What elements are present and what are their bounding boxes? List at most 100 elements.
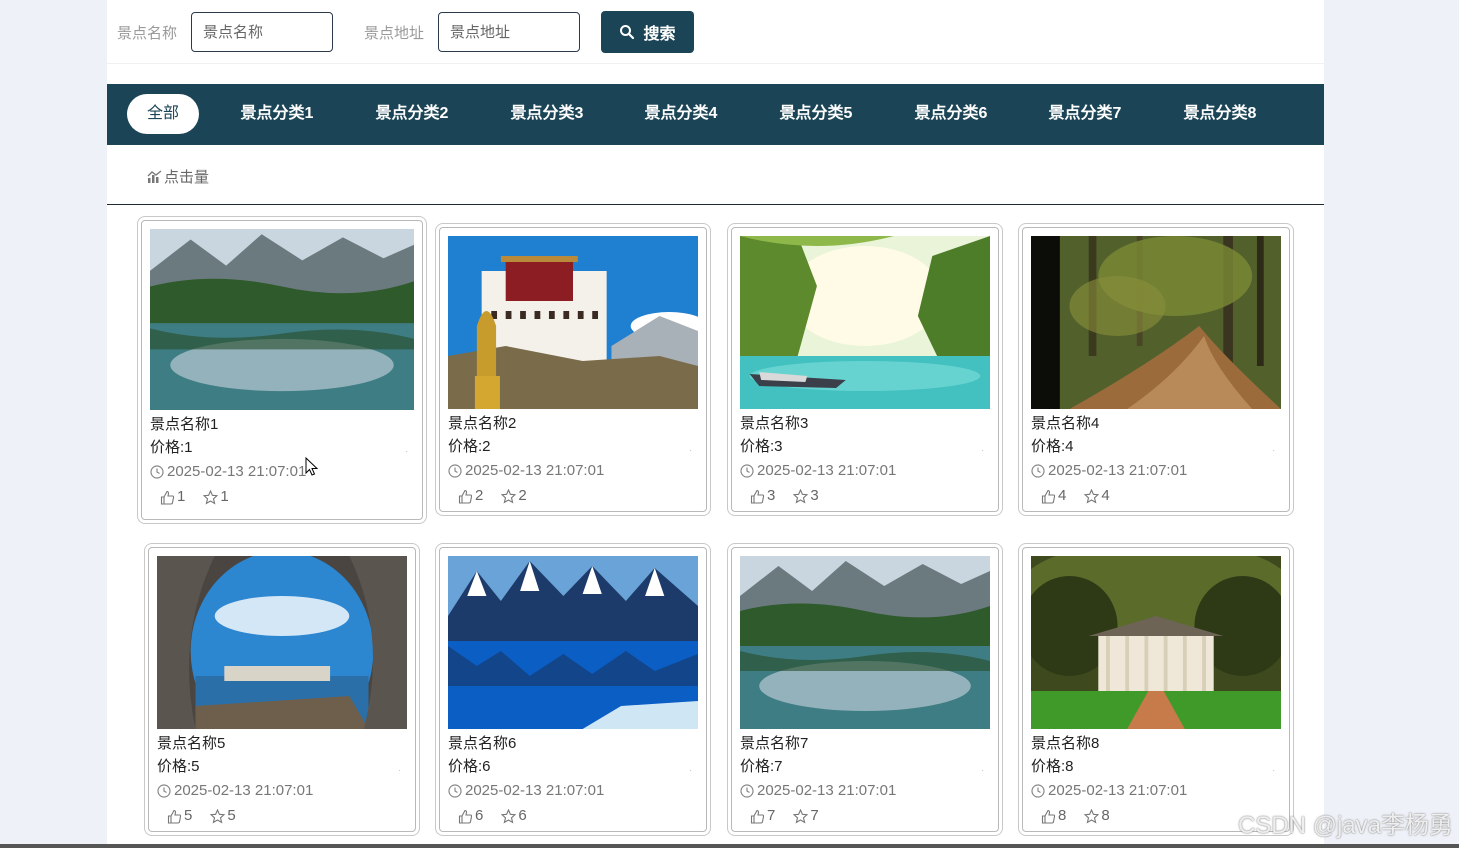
scenic-stats: 1 1 bbox=[150, 485, 414, 509]
like-count: 5 bbox=[184, 807, 193, 824]
name-label: 景点名称 bbox=[117, 25, 178, 42]
like-count: 6 bbox=[475, 807, 484, 824]
dot-marker: · bbox=[689, 766, 692, 775]
time-value: 2025-02-13 21:07:01 bbox=[757, 782, 897, 799]
price-value: 价格:5 bbox=[157, 758, 200, 775]
category-6[interactable]: 景点分类6 bbox=[906, 94, 996, 134]
like-button[interactable]: 2 bbox=[458, 484, 483, 508]
favorite-button[interactable]: 6 bbox=[501, 804, 527, 828]
favorite-button[interactable]: 1 bbox=[203, 485, 229, 509]
price-value: 价格:2 bbox=[448, 438, 491, 455]
dot-marker: · bbox=[1272, 446, 1275, 455]
name-search-input[interactable] bbox=[191, 12, 333, 52]
category-4[interactable]: 景点分类4 bbox=[636, 94, 726, 134]
scenic-photo[interactable] bbox=[1031, 236, 1281, 409]
scenic-stats: 7 7 bbox=[740, 804, 990, 828]
scenic-title[interactable]: 景点名称4 bbox=[1031, 413, 1281, 435]
favorite-count: 7 bbox=[810, 807, 819, 824]
favorite-button[interactable]: 7 bbox=[793, 804, 819, 828]
star-icon bbox=[793, 808, 809, 824]
like-count: 2 bbox=[475, 487, 484, 504]
scenic-card[interactable]: 景点名称5 价格:5 · 2025-02-13 21:07:01 5 5 bbox=[148, 547, 416, 832]
sort-by-clicks[interactable]: 点击量 bbox=[147, 166, 209, 187]
category-1[interactable]: 景点分类1 bbox=[232, 94, 322, 134]
scenic-card[interactable]: 景点名称1 价格:1 · 2025-02-13 21:07:01 1 1 bbox=[141, 220, 423, 520]
clock-icon bbox=[740, 464, 754, 478]
address-label: 景点地址 bbox=[364, 25, 425, 42]
scenic-title[interactable]: 景点名称3 bbox=[740, 413, 990, 435]
search-button[interactable]: 搜索 bbox=[601, 11, 694, 53]
scenic-title[interactable]: 景点名称1 bbox=[150, 414, 414, 436]
thumbs-up-icon bbox=[458, 489, 473, 504]
scenic-price: 价格:1 · bbox=[150, 436, 414, 460]
scenic-time: 2025-02-13 21:07:01 bbox=[740, 459, 990, 483]
like-button[interactable]: 8 bbox=[1041, 804, 1066, 828]
favorite-count: 5 bbox=[227, 807, 236, 824]
scenic-photo[interactable] bbox=[150, 229, 414, 410]
scenic-title[interactable]: 景点名称6 bbox=[448, 733, 698, 755]
favorite-button[interactable]: 4 bbox=[1084, 484, 1110, 508]
dot-marker: · bbox=[981, 766, 984, 775]
scenic-photo[interactable] bbox=[1031, 556, 1281, 729]
like-button[interactable]: 5 bbox=[167, 804, 192, 828]
scenic-time: 2025-02-13 21:07:01 bbox=[1031, 459, 1281, 483]
scenic-title[interactable]: 景点名称5 bbox=[157, 733, 407, 755]
category-3[interactable]: 景点分类3 bbox=[502, 94, 592, 134]
favorite-count: 3 bbox=[810, 487, 819, 504]
favorite-button[interactable]: 2 bbox=[501, 484, 527, 508]
price-value: 价格:1 bbox=[150, 439, 193, 456]
price-value: 价格:8 bbox=[1031, 758, 1074, 775]
category-7[interactable]: 景点分类7 bbox=[1040, 94, 1130, 134]
category-8[interactable]: 景点分类8 bbox=[1175, 94, 1265, 134]
scenic-photo[interactable] bbox=[740, 236, 990, 409]
address-search-input[interactable] bbox=[438, 12, 580, 52]
scenic-time: 2025-02-13 21:07:01 bbox=[740, 779, 990, 803]
thumbs-up-icon bbox=[750, 809, 765, 824]
scenic-time: 2025-02-13 21:07:01 bbox=[150, 460, 414, 484]
category-5[interactable]: 景点分类5 bbox=[771, 94, 861, 134]
favorite-button[interactable]: 3 bbox=[793, 484, 819, 508]
like-button[interactable]: 7 bbox=[750, 804, 775, 828]
category-all[interactable]: 全部 bbox=[127, 94, 199, 134]
scenic-title[interactable]: 景点名称2 bbox=[448, 413, 698, 435]
category-2[interactable]: 景点分类2 bbox=[367, 94, 457, 134]
time-value: 2025-02-13 21:07:01 bbox=[167, 463, 307, 480]
dot-marker: · bbox=[981, 446, 984, 455]
like-button[interactable]: 1 bbox=[160, 485, 185, 509]
bar-chart-icon bbox=[147, 170, 162, 183]
star-icon bbox=[501, 808, 517, 824]
dot-marker: · bbox=[405, 447, 408, 456]
favorite-button[interactable]: 8 bbox=[1084, 804, 1110, 828]
thumbs-up-icon bbox=[160, 490, 175, 505]
search-icon bbox=[620, 25, 635, 40]
like-count: 4 bbox=[1058, 487, 1067, 504]
scenic-stats: 5 5 bbox=[157, 804, 407, 828]
category-bar: 全部 景点分类1 景点分类2 景点分类3 景点分类4 景点分类5 景点分类6 景… bbox=[107, 84, 1324, 145]
scenic-title[interactable]: 景点名称8 bbox=[1031, 733, 1281, 755]
like-button[interactable]: 4 bbox=[1041, 484, 1066, 508]
search-button-label: 搜索 bbox=[643, 26, 676, 43]
scenic-card[interactable]: 景点名称6 价格:6 · 2025-02-13 21:07:01 6 6 bbox=[439, 547, 707, 832]
scenic-photo[interactable] bbox=[448, 236, 698, 409]
scenic-card[interactable]: 景点名称4 价格:4 · 2025-02-13 21:07:01 4 4 bbox=[1022, 227, 1290, 512]
like-button[interactable]: 6 bbox=[458, 804, 483, 828]
scenic-card[interactable]: 景点名称2 价格:2 · 2025-02-13 21:07:01 2 2 bbox=[439, 227, 707, 512]
scenic-price: 价格:3 · bbox=[740, 435, 990, 459]
scenic-stats: 3 3 bbox=[740, 484, 990, 508]
scenic-photo[interactable] bbox=[740, 556, 990, 729]
scenic-title[interactable]: 景点名称7 bbox=[740, 733, 990, 755]
star-icon bbox=[793, 488, 809, 504]
scenic-photo[interactable] bbox=[448, 556, 698, 729]
scenic-price: 价格:5 · bbox=[157, 755, 407, 779]
scenic-card[interactable]: 景点名称8 价格:8 · 2025-02-13 21:07:01 8 8 bbox=[1022, 547, 1290, 832]
watermark: CSDN @java李杨勇 bbox=[1237, 812, 1453, 839]
time-value: 2025-02-13 21:07:01 bbox=[1048, 782, 1188, 799]
scenic-card[interactable]: 景点名称3 价格:3 · 2025-02-13 21:07:01 3 3 bbox=[731, 227, 999, 512]
like-button[interactable]: 3 bbox=[750, 484, 775, 508]
scenic-card[interactable]: 景点名称7 价格:7 · 2025-02-13 21:07:01 7 7 bbox=[731, 547, 999, 832]
favorite-button[interactable]: 5 bbox=[210, 804, 236, 828]
scenic-photo[interactable] bbox=[157, 556, 407, 729]
star-icon bbox=[501, 488, 517, 504]
search-bar: 景点名称 景点地址 搜索 bbox=[107, 0, 1324, 64]
like-count: 8 bbox=[1058, 807, 1067, 824]
